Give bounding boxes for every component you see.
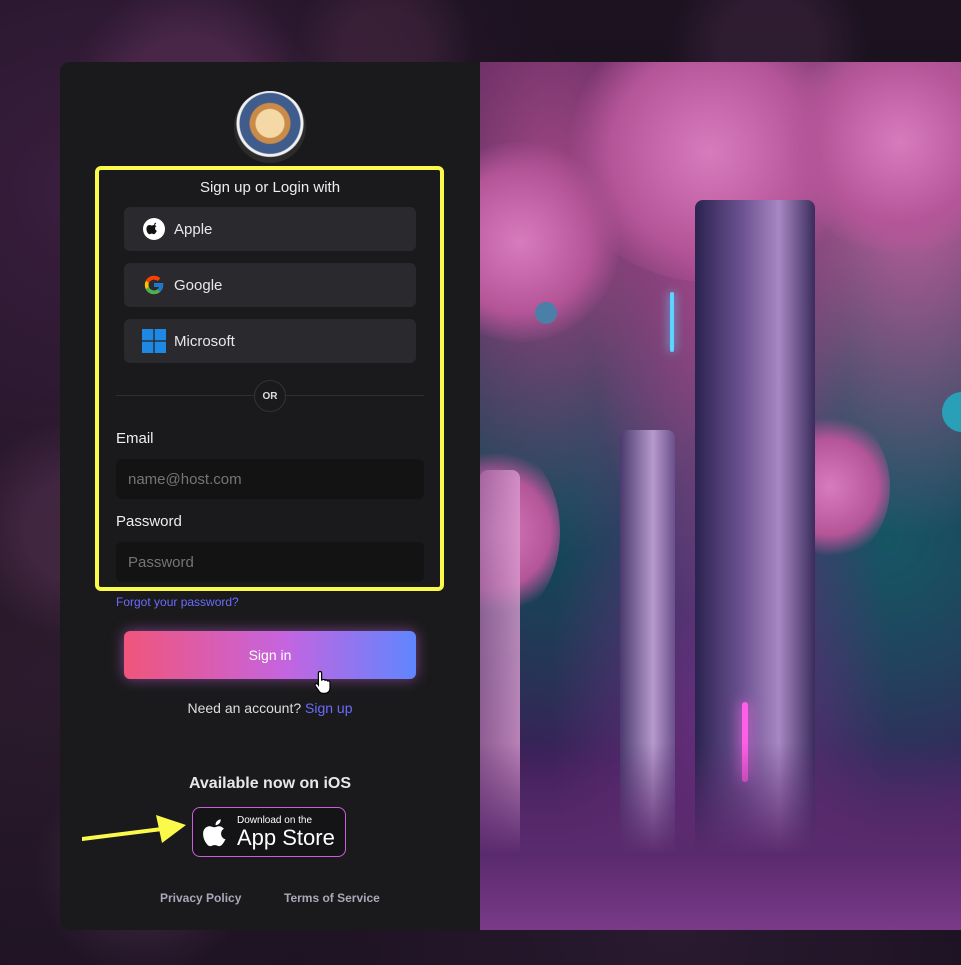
or-divider: OR — [254, 380, 286, 412]
app-store-badge[interactable]: Download on the App Store — [192, 807, 346, 857]
hero-illustration — [480, 62, 961, 930]
app-logo — [234, 91, 306, 163]
need-account-label: Need an account? — [187, 700, 302, 716]
apple-icon — [142, 217, 166, 241]
ios-heading: Available now on iOS — [188, 775, 352, 792]
password-label: Password — [116, 513, 182, 530]
google-icon — [142, 273, 166, 297]
privacy-policy-link[interactable]: Privacy Policy — [160, 891, 241, 905]
password-field[interactable] — [116, 542, 424, 582]
sign-in-button[interactable]: Sign in — [124, 631, 416, 679]
email-label: Email — [116, 430, 154, 447]
forgot-password-link[interactable]: Forgot your password? — [116, 595, 239, 609]
arrow-annotation-icon — [82, 815, 186, 843]
google-login-button[interactable]: Google — [124, 263, 416, 307]
login-card: Sign up or Login with Apple Google Micro… — [60, 62, 480, 930]
signup-heading: Sign up or Login with — [199, 179, 341, 196]
apple-logo-icon — [203, 817, 229, 847]
app-store-large-text: App Store — [237, 824, 335, 850]
microsoft-icon — [142, 329, 166, 353]
need-account-text: Need an account? Sign up — [60, 700, 480, 716]
sign-up-link[interactable]: Sign up — [305, 700, 352, 716]
terms-of-service-link[interactable]: Terms of Service — [284, 891, 380, 905]
email-field[interactable] — [116, 459, 424, 499]
app-store-text: Download on the App Store — [237, 815, 335, 850]
apple-login-label: Apple — [174, 220, 213, 238]
microsoft-login-label: Microsoft — [174, 332, 235, 350]
apple-login-button[interactable]: Apple — [124, 207, 416, 251]
hand-cursor-icon — [314, 670, 331, 694]
microsoft-login-button[interactable]: Microsoft — [124, 319, 416, 363]
google-login-label: Google — [174, 276, 223, 294]
app-store-small-text: Download on the — [237, 814, 313, 826]
